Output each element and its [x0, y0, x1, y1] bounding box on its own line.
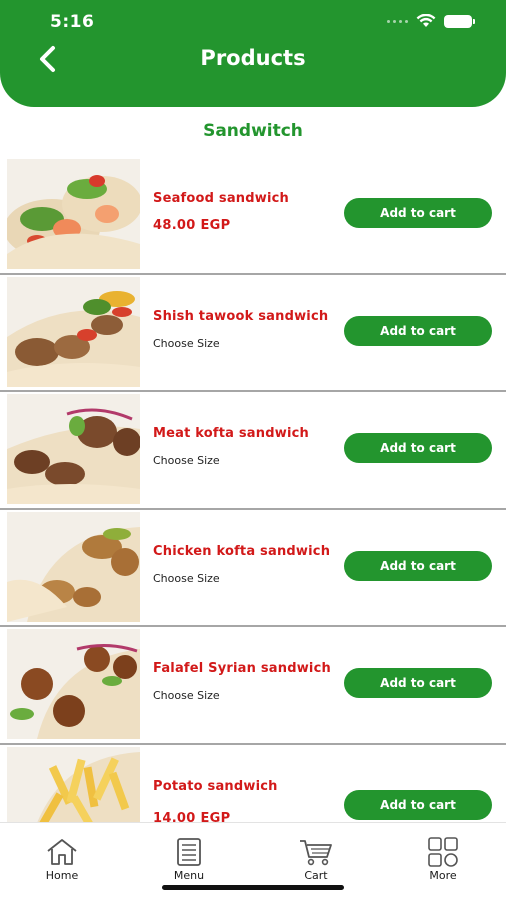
add-to-cart-button[interactable]: Add to cart	[344, 550, 492, 581]
menu-icon	[177, 838, 201, 866]
nav-label: Menu	[173, 869, 205, 882]
choose-size-label[interactable]: Choose Size	[153, 454, 220, 467]
status-icons	[387, 14, 475, 28]
page-title: Products	[200, 46, 306, 70]
product-price: 48.00 EGP	[153, 218, 231, 233]
product-row[interactable]: Shish tawook sandwich Choose Size Add to…	[0, 275, 506, 392]
product-image[interactable]	[7, 511, 140, 622]
product-name: Chicken kofta sandwich	[153, 543, 331, 559]
product-row[interactable]: Falafel Syrian sandwich Choose Size Add …	[0, 627, 506, 745]
product-name: Shish tawook sandwich	[153, 308, 329, 324]
add-to-cart-button[interactable]: Add to cart	[344, 433, 492, 463]
battery-icon	[444, 14, 475, 28]
product-image[interactable]	[7, 394, 140, 504]
add-to-cart-button[interactable]: Add to cart	[344, 668, 492, 698]
nav-home[interactable]: Home	[22, 837, 102, 882]
choose-size-label[interactable]: Choose Size	[153, 337, 220, 350]
category-title: Sandwitch	[203, 121, 303, 141]
more-icon	[428, 837, 458, 867]
wifi-icon	[416, 14, 436, 27]
nav-menu[interactable]: Menu	[149, 837, 229, 882]
nav-more[interactable]: More	[403, 837, 483, 882]
header: 5:16 Products	[0, 0, 506, 107]
nav-cart[interactable]: Cart	[276, 837, 356, 882]
product-name: Potato sandwich	[153, 778, 278, 794]
product-image[interactable]	[7, 276, 140, 387]
add-to-cart-button[interactable]: Add to cart	[344, 789, 492, 820]
product-name: Seafood sandwich	[153, 191, 289, 206]
choose-size-label[interactable]: Choose Size	[153, 689, 220, 702]
status-time: 5:16	[50, 12, 95, 32]
product-row[interactable]: Potato sandwich 14.00 EGP Add to cart	[0, 745, 506, 823]
home-indicator	[162, 885, 344, 890]
home-icon	[47, 839, 77, 865]
product-name: Meat kofta sandwich	[153, 426, 309, 441]
nav-label: Home	[45, 869, 79, 882]
product-image[interactable]	[7, 629, 140, 739]
cart-icon	[300, 840, 332, 866]
product-image[interactable]	[7, 159, 140, 269]
product-price: 14.00 EGP	[153, 810, 231, 823]
product-row[interactable]: Chicken kofta sandwich Choose Size Add t…	[0, 510, 506, 627]
choose-size-label[interactable]: Choose Size	[153, 572, 220, 585]
nav-label: More	[429, 869, 457, 882]
product-row[interactable]: Seafood sandwich 48.00 EGP Add to cart	[0, 157, 506, 275]
product-row[interactable]: Meat kofta sandwich Choose Size Add to c…	[0, 392, 506, 510]
status-bar: 5:16	[0, 0, 506, 44]
product-name: Falafel Syrian sandwich	[153, 661, 331, 676]
products-screen: 5:16 Products Sandwitch Seafood sandwich…	[0, 0, 506, 900]
signal-icon	[387, 19, 408, 23]
add-to-cart-button[interactable]: Add to cart	[344, 315, 492, 346]
product-image[interactable]	[7, 746, 140, 822]
product-list[interactable]: Seafood sandwich 48.00 EGP Add to cart S…	[0, 157, 506, 822]
nav-label: Cart	[304, 869, 328, 882]
add-to-cart-button[interactable]: Add to cart	[344, 198, 492, 228]
